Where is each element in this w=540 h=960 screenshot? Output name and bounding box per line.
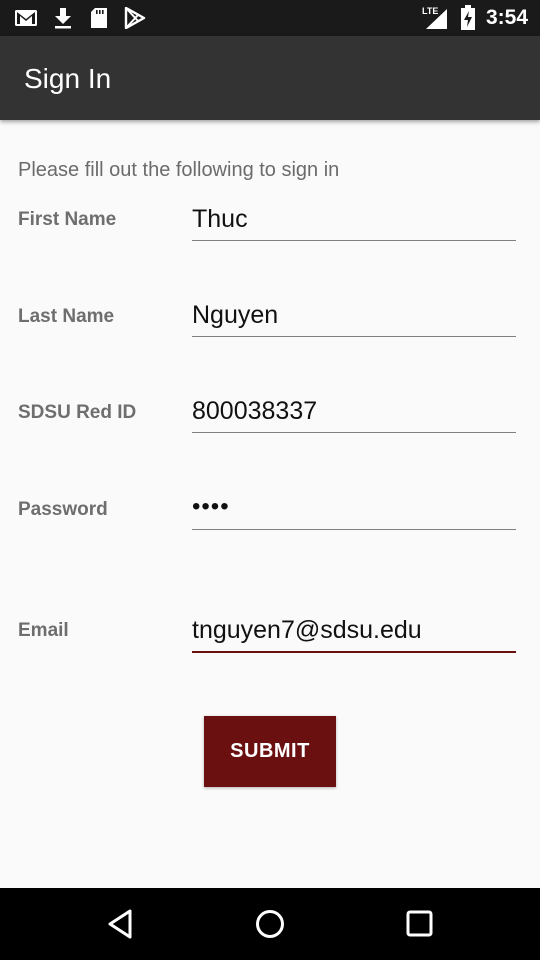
download-icon [55, 8, 71, 29]
page-title: Sign In [24, 63, 112, 94]
signal-icon [426, 9, 447, 29]
email-label: Email [18, 620, 69, 641]
form-instructions: Please fill out the following to sign in [18, 159, 340, 181]
navigation-bar [0, 888, 540, 960]
red-id-field[interactable]: 800038337 [192, 392, 516, 433]
email-value: tnguyen7@sdsu.edu [192, 616, 422, 644]
password-label: Password [18, 499, 108, 520]
first-name-field[interactable]: Thuc [192, 200, 516, 241]
first-name-value: Thuc [192, 205, 248, 233]
gmail-icon [15, 10, 37, 26]
play-store-icon [124, 7, 146, 29]
first-name-label: First Name [18, 209, 117, 230]
home-icon[interactable] [254, 908, 286, 940]
sd-card-icon [91, 8, 107, 28]
clock: 3:54 [485, 6, 528, 29]
red-id-label: SDSU Red ID [18, 402, 137, 423]
last-name-field[interactable]: Nguyen [192, 296, 516, 337]
app-bar: Sign In [0, 36, 540, 120]
recents-icon[interactable] [405, 909, 435, 939]
password-value: •••• [192, 493, 230, 520]
email-field[interactable]: tnguyen7@sdsu.edu [192, 611, 516, 653]
red-id-value: 800038337 [192, 397, 318, 425]
password-field[interactable]: •••• [192, 489, 516, 530]
last-name-label: Last Name [18, 306, 115, 327]
status-bar: LTE 3:54 [0, 0, 540, 36]
back-icon[interactable] [106, 908, 136, 940]
submit-button[interactable]: SUBMIT [204, 716, 336, 787]
last-name-value: Nguyen [192, 301, 279, 329]
battery-charging-icon [461, 5, 475, 30]
